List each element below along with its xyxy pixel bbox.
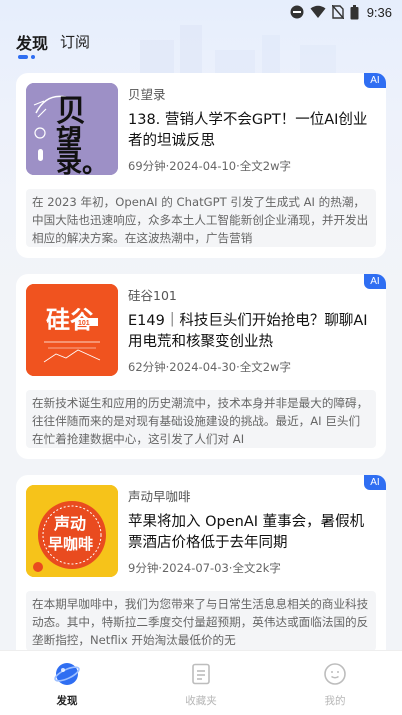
episode-title[interactable]: 苹果将加入 OpenAI 董事会，暑假机票酒店价格低于去年同期 [128, 512, 376, 554]
podcast-cover-beiwanglu: 贝 望 录。 [26, 83, 118, 175]
episode-summary: 在 2023 年初，OpenAI 的 ChatGPT 引发了生成式 AI 的热潮… [26, 189, 376, 247]
guigu101-logo: 硅谷 101 [26, 284, 118, 376]
active-tab-indicator [18, 55, 35, 59]
podcast-source: 贝望录 [128, 87, 166, 102]
nav-discover-label: 发现 [56, 695, 78, 707]
planet-icon [54, 661, 80, 687]
ai-badge: AI [364, 274, 386, 289]
episode-info: 62分钟·2024-04-30·全文2w字 [128, 360, 291, 374]
episode-title[interactable]: 138. 营销人学不会GPT！一位AI创业者的坦诚反思 [128, 110, 376, 152]
episode-card[interactable]: AI 硅谷 101 硅谷101 E149｜科技巨头们开始抢电？聊聊AI用电荒和核… [16, 274, 386, 459]
episode-feed: AI 贝 望 录。 贝望录 138. 营销人学不会GPT！一位AI创业者的坦诚反… [16, 73, 386, 691]
ai-badge: AI [364, 475, 386, 490]
episode-card[interactable]: AI 声动 早咖啡 声动早咖啡 苹果将加入 OpenAI 董事会，暑假机票酒店价… [16, 475, 386, 675]
episode-title[interactable]: E149｜科技巨头们开始抢电？聊聊AI用电荒和核聚变创业热 [128, 311, 376, 353]
episode-info: 9分钟·2024-07-03·全文2k字 [128, 561, 281, 575]
no-sim-icon [331, 5, 344, 19]
podcast-source: 硅谷101 [128, 288, 177, 303]
status-time: 9:36 [366, 4, 392, 20]
status-bar: 9:36 [0, 0, 402, 24]
shengdong-logo: 声动 早咖啡 [26, 485, 118, 577]
top-tab-bar: 发现 订阅 [16, 30, 90, 64]
nav-profile[interactable]: 我的 [295, 661, 375, 708]
podcast-cover-shengdong: 声动 早咖啡 [26, 485, 118, 577]
beiwanglu-logo: 贝 望 录。 [26, 83, 118, 175]
bottom-navigation: 发现 收藏夹 我的 [0, 650, 402, 715]
nav-profile-label: 我的 [324, 695, 346, 707]
svg-text:贝: 贝 [56, 94, 86, 129]
tab-subscribe-label: 订阅 [60, 33, 91, 51]
svg-text:声动: 声动 [53, 514, 86, 533]
episode-summary: 在新技术诞生和应用的历史潮流中，技术本身并非是最大的障碍，往往伴随而来的是对现有… [26, 390, 376, 448]
svg-text:录。: 录。 [56, 149, 108, 175]
podcast-source: 声动早咖啡 [128, 489, 191, 504]
svg-text:101: 101 [78, 320, 90, 327]
tab-discover-label: 发现 [16, 34, 49, 53]
nav-favorites-label: 收藏夹 [185, 695, 217, 707]
tab-subscribe[interactable]: 订阅 [60, 30, 90, 52]
smiley-profile-icon [322, 661, 348, 687]
wifi-icon [310, 5, 326, 19]
podcast-cover-guigu101: 硅谷 101 [26, 284, 118, 376]
ai-badge: AI [364, 73, 386, 88]
do-not-disturb-icon [290, 5, 304, 19]
bookmark-list-icon [188, 661, 214, 687]
episode-info: 69分钟·2024-04-10·全文2w字 [128, 159, 291, 173]
battery-icon [350, 4, 359, 20]
nav-discover[interactable]: 发现 [27, 661, 107, 708]
tab-discover[interactable]: 发现 [16, 30, 49, 59]
episode-card[interactable]: AI 贝 望 录。 贝望录 138. 营销人学不会GPT！一位AI创业者的坦诚反… [16, 73, 386, 258]
episode-summary: 在本期早咖啡中，我们为您带来了与日常生活息息相关的商业科技动态。其中，特斯拉二季… [26, 591, 376, 651]
nav-favorites[interactable]: 收藏夹 [161, 661, 241, 708]
svg-text:早咖啡: 早咖啡 [48, 535, 93, 553]
